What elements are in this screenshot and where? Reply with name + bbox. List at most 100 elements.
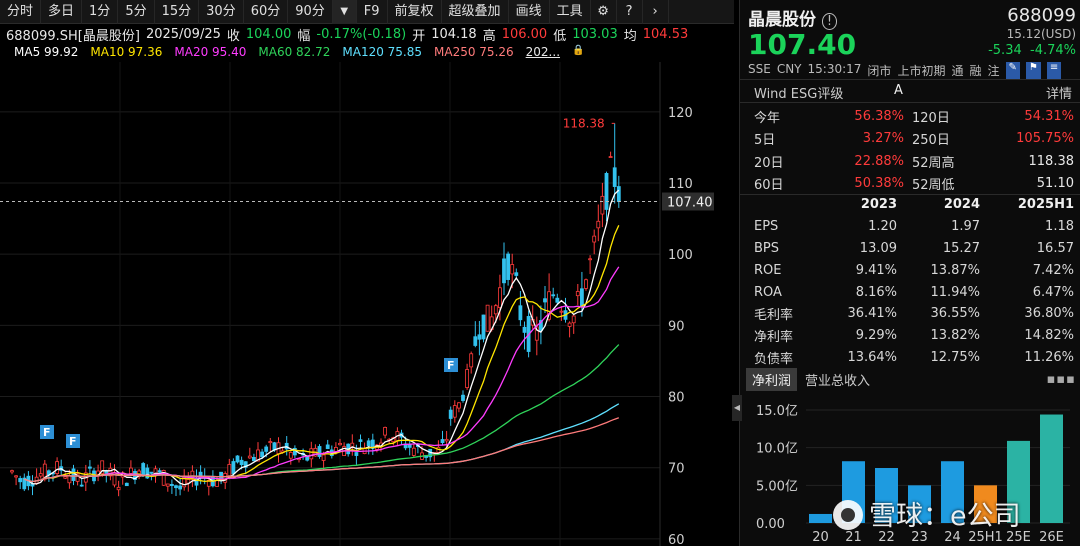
candle-body <box>502 258 506 284</box>
change-pct: -4.74% <box>1030 43 1076 58</box>
status-label: 闭市 <box>867 64 892 78</box>
candle-body <box>555 297 560 303</box>
tool-3[interactable]: 画线 <box>509 0 550 24</box>
candle-body <box>239 459 244 466</box>
tool-2[interactable]: 超级叠加 <box>442 0 509 24</box>
period-1[interactable]: 多日 <box>41 0 83 24</box>
avg-label: 均 <box>623 28 637 44</box>
ma-legend-item: MA120 75.85 <box>342 45 423 59</box>
high-label: 高 <box>482 28 496 44</box>
candle-body <box>63 476 68 479</box>
flag-icon[interactable]: ⚑ <box>1025 62 1041 79</box>
chevron-right-icon[interactable]: › <box>643 0 669 24</box>
fin-value: 1.20 <box>868 219 898 235</box>
tab-net-profit[interactable]: 净利润 <box>746 367 798 391</box>
gear-icon[interactable]: ⚙ <box>591 0 617 24</box>
fin-value: 8.16% <box>855 284 898 300</box>
event-flag-text: F <box>447 359 455 372</box>
candle-body <box>522 326 527 333</box>
fin-header <box>754 194 814 216</box>
kline-chart[interactable]: 12011010090807060107.40118.38FFFWP <box>0 62 734 546</box>
y-tick-label: 90 <box>668 319 685 334</box>
pen-icon[interactable]: ✎ <box>1005 62 1020 79</box>
candle-body <box>366 440 371 447</box>
quote-meta: SSE CNY 15:30:17 闭市 上市初期 通 融 注 ✎ ⚑ ≡ <box>748 62 1062 79</box>
candle-body <box>567 322 572 327</box>
candle-body <box>616 186 621 202</box>
avg-value: 104.53 <box>642 26 689 42</box>
profit-bar <box>809 513 832 523</box>
fin-header: 2024 <box>943 197 981 213</box>
candle-body <box>321 454 326 461</box>
fin-value: 11.26% <box>1024 349 1074 365</box>
y-tick-label: 80 <box>668 391 685 406</box>
ma-more-link[interactable]: 202... <box>526 45 560 61</box>
candle-body <box>506 253 511 280</box>
fin-value: 9.41% <box>855 262 898 278</box>
ma-legend-item: MA250 75.26 <box>434 45 514 59</box>
tool-0[interactable]: F9 <box>357 0 388 24</box>
period-7[interactable]: 90分 <box>288 0 333 24</box>
collapse-left-icon[interactable]: ◀ <box>732 395 742 421</box>
perf-value: 22.88% <box>854 153 904 169</box>
fin-row: ROE 9.41% 13.87% 7.42% <box>754 259 1074 281</box>
currency-label: CNY <box>776 62 802 76</box>
fin-label: 净利率 <box>754 330 794 346</box>
candle-body <box>575 291 580 297</box>
fin-value: 36.41% <box>847 306 898 322</box>
tag-zhu: 注 <box>987 64 1000 78</box>
period-5[interactable]: 30分 <box>199 0 244 24</box>
candle-body <box>325 444 330 450</box>
performance-table: 今年 56.38% 120日 54.31% 5日 3.27% 250日 105.75% 20日 2… <box>754 105 1074 195</box>
fin-value: 15.27 <box>942 240 981 256</box>
fin-row: BPS 13.09 15.27 16.57 <box>754 238 1074 260</box>
tool-4[interactable]: 工具 <box>550 0 591 24</box>
period-3[interactable]: 5分 <box>118 0 155 24</box>
candle-body <box>165 483 170 487</box>
range-label: 幅 <box>297 28 311 44</box>
perf-value: 50.38% <box>854 176 904 192</box>
period-6[interactable]: 60分 <box>244 0 289 24</box>
candle-body <box>456 402 461 409</box>
perf-label: 20日 <box>754 155 784 171</box>
tool-1[interactable]: 前复权 <box>388 0 442 24</box>
fin-value: 13.87% <box>930 262 981 278</box>
bar-y-tick: 10.0亿 <box>756 442 798 457</box>
candle-body <box>178 485 183 490</box>
period-4[interactable]: 15分 <box>155 0 200 24</box>
fin-value: 36.80% <box>1024 306 1074 322</box>
esg-detail-link[interactable]: 详情 <box>1046 83 1072 102</box>
fin-value: 12.75% <box>930 349 981 365</box>
candle-body <box>571 315 576 324</box>
candle-body <box>596 220 601 229</box>
perf-label: 52周低 <box>912 178 955 194</box>
candle-body <box>128 467 133 474</box>
fin-row: ROA 8.16% 11.94% 6.47% <box>754 281 1074 303</box>
fin-header: 2025H1 <box>1017 197 1074 213</box>
candle-body <box>116 486 121 491</box>
candle-body <box>215 479 219 487</box>
candle-body <box>469 353 474 368</box>
triangle-down-icon[interactable]: ▼ <box>332 0 357 24</box>
ma-legend-item: MA5 99.92 <box>14 45 79 59</box>
tab-revenue[interactable]: 营业总收入 <box>797 368 878 391</box>
period-2[interactable]: 1分 <box>82 0 119 24</box>
candle-body <box>477 334 482 340</box>
more-dots-icon[interactable]: ▪▪▪ <box>1047 372 1076 387</box>
candle-body <box>14 475 19 478</box>
stock-name: 晶晨股份 ! <box>748 5 838 30</box>
kline-svg[interactable]: 12011010090807060107.40118.38FFFWP <box>0 62 734 546</box>
menu-icon[interactable]: ≡ <box>1046 62 1062 79</box>
perf-row: 60日 50.38% 52周低 51.10 <box>754 173 1074 196</box>
current-price-label: 107.40 <box>667 196 713 211</box>
help-icon[interactable]: ? <box>617 0 643 24</box>
period-0[interactable]: 分时 <box>0 0 42 24</box>
y-tick-label: 70 <box>668 462 685 477</box>
ma-legend: MA5 99.92 MA10 97.36 MA20 95.40 MA60 82.72 M… <box>14 45 674 61</box>
candle-body <box>260 451 265 458</box>
candle-body <box>612 167 617 187</box>
candle-body <box>88 466 92 469</box>
close-value: 104.00 <box>245 26 292 42</box>
lock-icon[interactable]: 🔒 <box>572 45 584 61</box>
candle-body <box>354 452 359 456</box>
